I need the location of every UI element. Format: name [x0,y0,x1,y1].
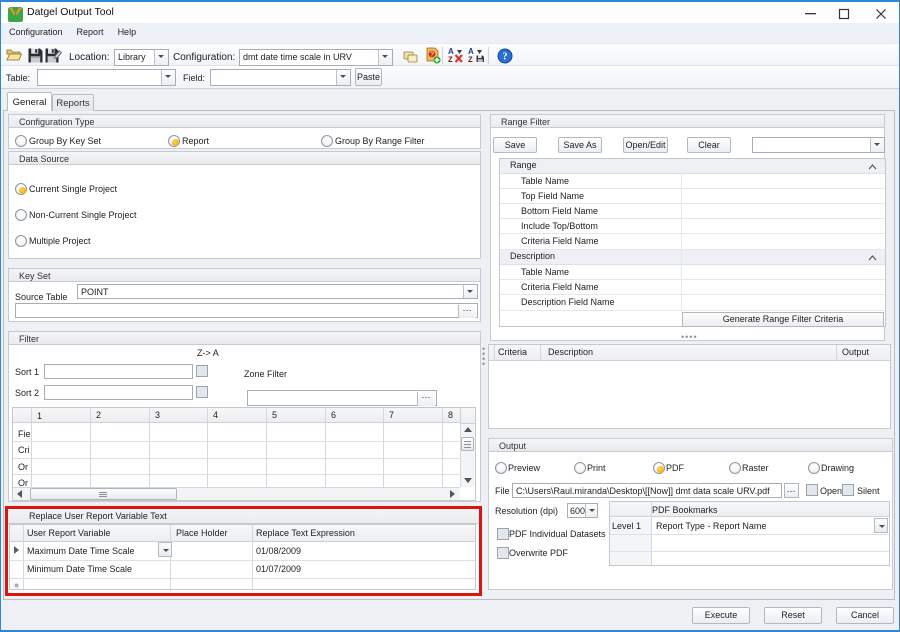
svg-text:Z: Z [468,56,473,63]
svg-text:?: ? [430,50,434,59]
svg-text:A: A [468,47,474,56]
svg-text:A: A [448,47,454,56]
svg-text:Z: Z [448,56,453,63]
svg-text:?: ? [503,52,508,63]
